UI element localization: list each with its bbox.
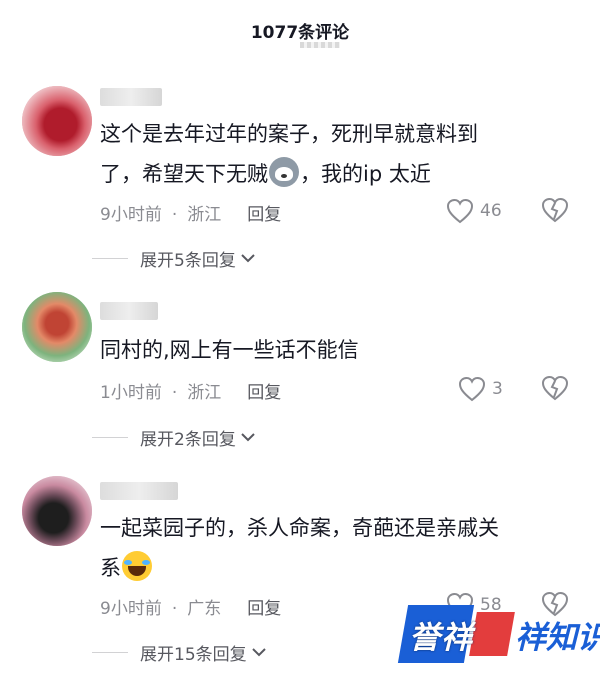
broken-heart-icon[interactable]: [541, 375, 569, 401]
expand-label: 展开15条回复: [140, 644, 247, 665]
comment-time: 1小时前: [100, 383, 162, 403]
watermark-logo: 誉祥 祥知识: [397, 602, 600, 664]
avatar[interactable]: [22, 86, 92, 156]
comment-meta: 9小时前 · 浙江 回复: [100, 200, 281, 225]
husky-emoji: [269, 157, 299, 187]
comments-header: 1077条评论: [0, 0, 600, 62]
comment-time: 9小时前: [100, 205, 162, 225]
avatar[interactable]: [22, 476, 92, 546]
like-count: 46: [480, 201, 502, 221]
comment-count-title: 1077条评论: [250, 23, 350, 43]
comment-time: 9小时前: [100, 599, 162, 619]
chevron-down-icon: [241, 254, 255, 263]
avatar[interactable]: [22, 292, 92, 362]
watermark-badge-accent: [469, 612, 515, 656]
username-blurred[interactable]: [100, 88, 162, 106]
comment-meta: 9小时前 · 广东 回复: [100, 594, 281, 619]
heart-outline-icon: [458, 376, 486, 402]
watermark-text-2: 祥知识: [515, 620, 600, 656]
divider-line: [92, 257, 128, 259]
divider-line: [92, 651, 128, 653]
reply-button[interactable]: 回复: [247, 200, 281, 225]
comment-location: 广东: [187, 599, 222, 619]
expand-replies-button[interactable]: 展开2条回复: [92, 425, 256, 450]
expand-replies-button[interactable]: 展开5条回复: [92, 246, 256, 271]
comment-location: 浙江: [187, 205, 222, 225]
username-blurred[interactable]: [100, 482, 178, 500]
like-count: 3: [492, 379, 503, 399]
comment-text: 同村的,网上有一些话不能信: [100, 338, 359, 362]
broken-heart-icon[interactable]: [541, 197, 569, 223]
comment-text: 这个是去年过年的案子，死刑早就意料到 了，希望天下无贼 ，我的ip 太近: [100, 122, 478, 187]
reply-button[interactable]: 回复: [247, 378, 281, 403]
comment-text: 一起菜园子的，杀人命案，奇葩还是亲戚关 系: [100, 516, 499, 581]
comment-meta: 1小时前 · 浙江 回复: [100, 378, 281, 403]
laughing-crying-emoji: [122, 551, 152, 581]
divider-line: [92, 436, 128, 438]
reply-button[interactable]: 回复: [247, 594, 281, 619]
comment-location: 浙江: [187, 383, 222, 403]
watermark-text-1: 誉祥: [409, 620, 473, 656]
expand-label: 展开5条回复: [140, 250, 236, 271]
chevron-down-icon: [251, 648, 266, 657]
expand-label: 展开2条回复: [140, 429, 236, 450]
like-button[interactable]: 46: [446, 197, 502, 225]
heart-outline-icon: [446, 198, 474, 224]
header-blur: [300, 42, 340, 48]
chevron-down-icon: [241, 433, 255, 442]
expand-replies-button[interactable]: 展开15条回复: [92, 640, 267, 665]
like-button[interactable]: 3: [458, 375, 503, 403]
username-blurred[interactable]: [100, 302, 158, 320]
